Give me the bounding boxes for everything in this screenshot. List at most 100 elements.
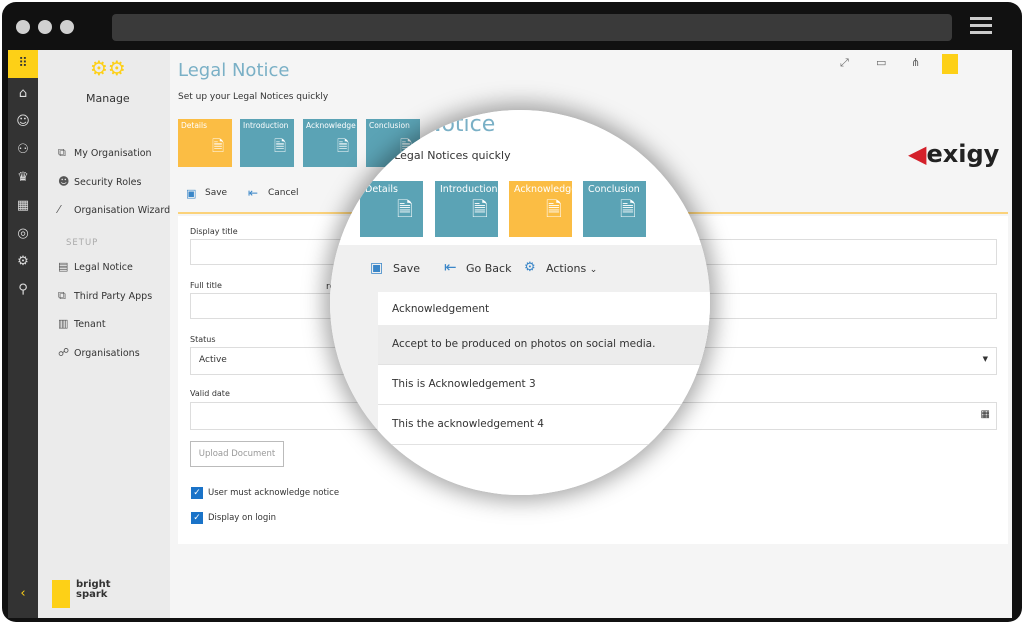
magnified-tile-acknowledge[interactable]: Acknowledge 🗎: [509, 181, 577, 237]
exigy-swoosh-icon: ◀: [908, 140, 927, 168]
full-title-label: Full title: [190, 281, 222, 290]
list-item-text: This is Acknowledgement 3: [392, 378, 536, 390]
list-item-text: This the acknowledgement 4: [392, 418, 544, 430]
acknowledge-checkbox[interactable]: ✓: [191, 487, 203, 499]
list-item-text: Accept to be produced on photos on socia…: [392, 338, 656, 350]
actions-menu[interactable]: Actions ⌄: [546, 262, 597, 275]
apps-icon: ⧉: [58, 289, 66, 302]
list-item-selected[interactable]: Accept to be produced on photos on socia…: [378, 325, 710, 365]
go-back-button[interactable]: Go Back: [466, 262, 511, 275]
calendar-icon[interactable]: ▦: [981, 409, 990, 420]
users-lock-icon: ☻: [58, 175, 70, 188]
magnified-subtitle: your Legal Notices quickly: [366, 149, 511, 162]
tile-label: Conclusion: [588, 184, 640, 195]
chat-icon[interactable]: ▭: [876, 56, 886, 69]
building-icon: ▥: [58, 317, 69, 330]
cancel-button[interactable]: Cancel: [268, 188, 299, 198]
exigy-logo-text: exigy: [926, 140, 1000, 168]
address-bar[interactable]: [112, 14, 952, 41]
sidebar-section: SETUP: [66, 238, 99, 248]
user-icon[interactable]: ☺: [8, 108, 38, 136]
apps-grid-icon[interactable]: ⠿: [8, 50, 38, 78]
chevron-down-icon: ⌄: [589, 265, 598, 275]
upload-document-button[interactable]: Upload Document: [190, 441, 284, 467]
sidebar-item-organisations[interactable]: ☍ Organisations: [58, 346, 140, 359]
menu-icon[interactable]: [970, 31, 992, 34]
sidebar-item-label: Security Roles: [74, 177, 142, 188]
tile-label: Introduction: [440, 184, 498, 195]
sidebar-heading: Manage: [86, 92, 130, 105]
status-label: Status: [190, 335, 216, 344]
brightspark-badge-icon[interactable]: [942, 54, 958, 74]
target-icon[interactable]: ◎: [8, 220, 38, 248]
gears-icon: ⚙⚙: [90, 56, 126, 80]
magnified-save-button[interactable]: Save: [393, 262, 420, 275]
list-item[interactable]: This is Acknowledgement 3: [378, 365, 710, 405]
search-icon[interactable]: ⚲: [8, 276, 38, 304]
menu-icon[interactable]: [970, 24, 992, 27]
brightspark-logo: [52, 580, 70, 608]
sidebar-item-tenant[interactable]: ▥ Tenant: [58, 317, 106, 330]
document-icon: 🗎: [619, 197, 636, 221]
tile-introduction[interactable]: Introduction 🗎: [240, 119, 294, 167]
acknowledge-checkbox-label: User must acknowledge notice: [208, 488, 340, 498]
tile-label: Details: [365, 184, 398, 195]
window-dot: [60, 20, 74, 34]
magnified-tile-introduction[interactable]: Introduction 🗎: [435, 181, 498, 237]
menu-icon[interactable]: [970, 17, 992, 20]
list-item[interactable]: Acknowledgement: [378, 290, 710, 330]
sidebar-item-organisation-wizard[interactable]: ⁄ Organisation Wizard: [58, 203, 170, 216]
display-on-login-label: Display on login: [208, 513, 277, 523]
display-on-login-checkbox[interactable]: ✓: [191, 512, 203, 524]
page-subtitle: Set up your Legal Notices quickly: [178, 92, 329, 102]
magnifier-lens: Notice your Legal Notices quickly Detail…: [330, 110, 710, 495]
sidebar-item-legal-notice[interactable]: ▤ Legal Notice: [58, 260, 133, 273]
settings-icon[interactable]: ⚙: [8, 248, 38, 276]
tile-label: Acknowledge: [514, 184, 578, 195]
home-icon[interactable]: ⌂: [8, 80, 38, 108]
window-dot: [38, 20, 52, 34]
sidebar-item-label: Organisations: [74, 348, 140, 359]
team-icon[interactable]: ⚇: [8, 136, 38, 164]
sidebar-item-label: Tenant: [74, 319, 106, 330]
exigy-logo: ◀exigy: [908, 140, 999, 168]
magnified-tile-details[interactable]: Details 🗎: [360, 181, 423, 237]
network-icon[interactable]: ⋔: [911, 56, 920, 69]
valid-date-label: Valid date: [190, 389, 230, 398]
document-icon: 🗎: [273, 137, 286, 155]
wand-icon: ⁄: [58, 203, 60, 216]
magnified-tile-conclusion[interactable]: Conclusion 🗎: [583, 181, 646, 237]
save-icon: ▣: [370, 260, 384, 276]
org-chart-icon: ⧉: [58, 146, 66, 159]
tile-label: Introduction: [243, 121, 289, 130]
expand-icon[interactable]: ⤢: [840, 56, 849, 70]
list-item[interactable]: This the acknowledgement 4: [378, 405, 710, 445]
save-icon: ▣: [186, 187, 197, 200]
magnified-title: Notice: [425, 112, 496, 137]
sidebar-item-my-organisation[interactable]: ⧉ My Organisation: [58, 146, 152, 160]
document-icon: 🗎: [211, 137, 224, 155]
tile-label: Details: [181, 121, 208, 130]
sidebar: ⚙⚙ Manage ⧉ My Organisation ☻ Security Rol…: [38, 50, 170, 618]
sidebar-item-security-roles[interactable]: ☻ Security Roles: [58, 175, 141, 188]
trophy-icon[interactable]: ♛: [8, 164, 38, 192]
cancel-icon: ⇤: [248, 186, 259, 200]
document-icon: 🗎: [471, 197, 488, 221]
sidebar-item-label: Legal Notice: [74, 262, 133, 273]
actions-label: Actions: [546, 262, 587, 275]
collapse-icon[interactable]: ‹: [8, 580, 38, 608]
document-icon: ▤: [58, 260, 69, 273]
page-title: Legal Notice: [178, 60, 290, 81]
tile-details[interactable]: Details 🗎: [178, 119, 232, 167]
brightspark-logo-text: bright spark: [76, 579, 111, 600]
icon-rail: ⠿ ⌂ ☺ ⚇ ♛ ▦ ◎ ⚙ ⚲ ‹: [8, 50, 38, 618]
document-icon: 🗎: [396, 197, 413, 221]
save-button[interactable]: Save: [205, 188, 227, 198]
display-title-label: Display title: [190, 227, 238, 236]
list-item-text: Acknowledgement: [392, 303, 490, 315]
sidebar-item-label: My Organisation: [74, 148, 152, 159]
calendar-icon[interactable]: ▦: [8, 192, 38, 220]
go-back-icon: ⇤: [444, 258, 457, 276]
sidebar-item-third-party-apps[interactable]: ⧉ Third Party Apps: [58, 289, 152, 303]
gear-icon: ⚙: [524, 260, 536, 275]
